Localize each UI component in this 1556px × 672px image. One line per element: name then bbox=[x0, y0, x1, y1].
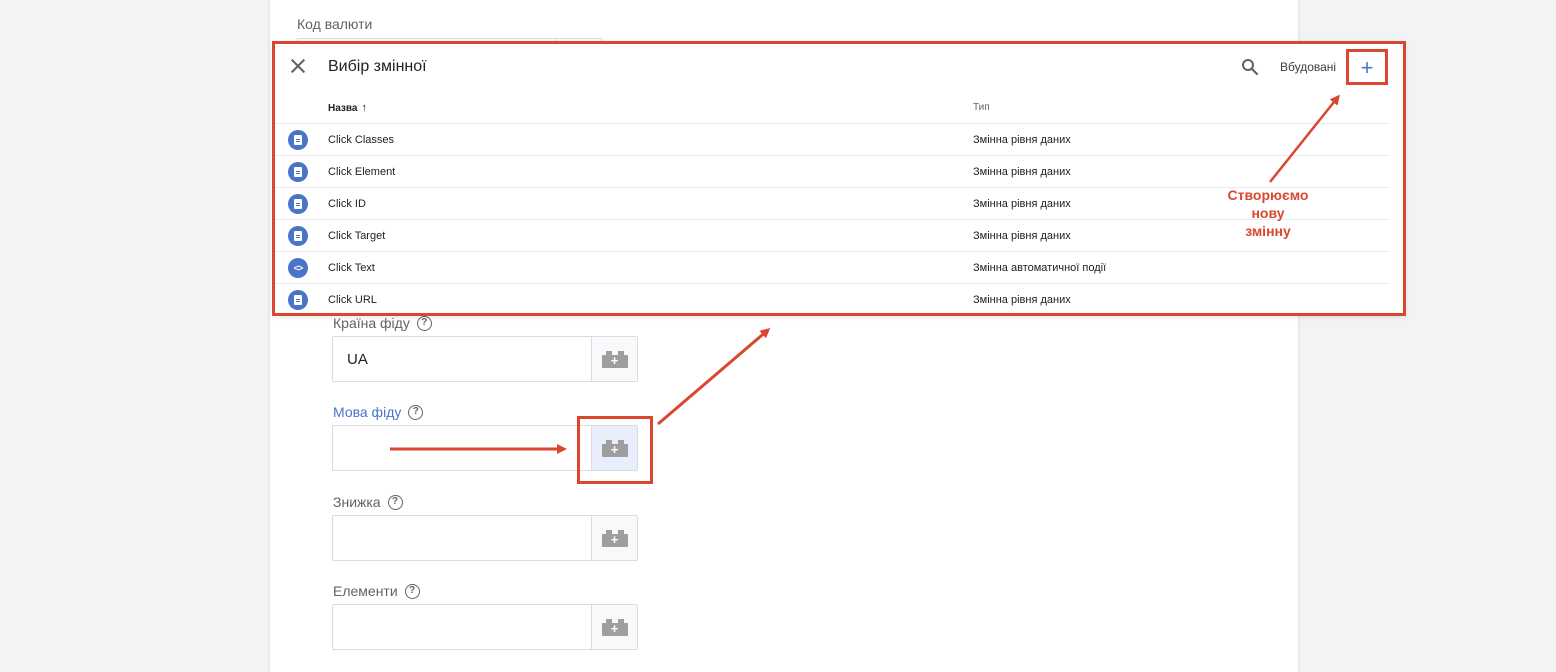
annotation-arrow bbox=[657, 328, 771, 426]
annotation-arrows bbox=[390, 94, 1340, 454]
annotation-arrow bbox=[1269, 94, 1340, 183]
